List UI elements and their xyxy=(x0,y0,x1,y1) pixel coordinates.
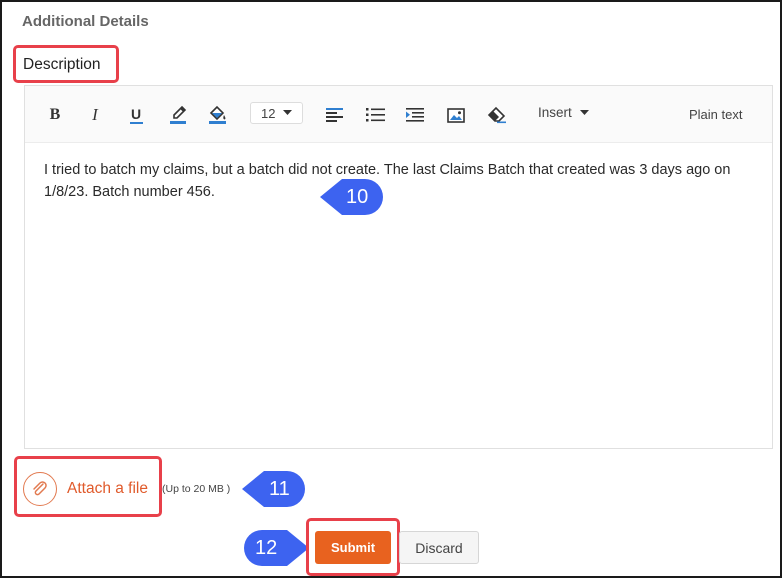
clear-format-button[interactable] xyxy=(486,104,508,126)
paperclip-icon xyxy=(33,481,47,496)
submit-button[interactable]: Submit xyxy=(315,531,391,564)
chevron-down-icon xyxy=(579,109,589,115)
bold-button[interactable]: B xyxy=(47,104,63,126)
italic-button[interactable]: I xyxy=(87,104,103,126)
details-panel: Additional Details Description B I U 12 … xyxy=(0,0,782,578)
step-number: 12 xyxy=(255,537,278,559)
bullet-list-icon xyxy=(365,108,385,122)
step-marker-12: 12 xyxy=(243,529,309,567)
eraser-icon xyxy=(487,106,506,124)
fill-color-icon xyxy=(209,105,226,124)
attach-size-hint: (Up to 20 MB ) xyxy=(162,483,231,495)
image-icon xyxy=(447,107,465,123)
insert-label: Insert xyxy=(538,105,572,120)
text-color-button[interactable] xyxy=(168,104,188,126)
rich-text-editor: B I U 12 Insert Plain text I tried to ba… xyxy=(24,85,773,449)
font-size-value: 12 xyxy=(261,105,276,121)
section-title: Additional Details xyxy=(22,13,149,30)
align-left-button[interactable] xyxy=(325,104,343,126)
editor-toolbar: B I U 12 Insert Plain text xyxy=(25,86,772,143)
fill-color-button[interactable] xyxy=(207,104,229,126)
text-color-icon xyxy=(170,105,187,124)
bold-icon: B xyxy=(49,106,61,123)
step-number: 10 xyxy=(346,186,369,208)
insert-menu-button[interactable]: Insert xyxy=(538,105,589,120)
indent-icon xyxy=(406,108,424,122)
step-marker-11: 11 xyxy=(242,470,306,508)
step-number: 11 xyxy=(269,478,290,500)
insert-image-button[interactable] xyxy=(446,104,466,126)
chevron-down-icon xyxy=(283,110,293,115)
attach-button-icon[interactable] xyxy=(23,472,57,506)
italic-icon: I xyxy=(92,105,98,124)
attach-file-link[interactable]: Attach a file xyxy=(67,480,148,498)
indent-button[interactable] xyxy=(405,104,425,126)
align-left-icon xyxy=(325,108,343,122)
description-label: Description xyxy=(23,56,101,73)
step-marker-10: 10 xyxy=(320,178,384,216)
underline-button[interactable]: U xyxy=(127,104,145,126)
description-textarea[interactable]: I tried to batch my claims, but a batch … xyxy=(44,160,754,203)
bullet-list-button[interactable] xyxy=(365,104,385,126)
discard-button[interactable]: Discard xyxy=(399,531,479,564)
font-size-select[interactable]: 12 xyxy=(250,102,303,124)
underline-icon: U xyxy=(130,105,142,122)
plain-text-toggle[interactable]: Plain text xyxy=(689,107,742,122)
